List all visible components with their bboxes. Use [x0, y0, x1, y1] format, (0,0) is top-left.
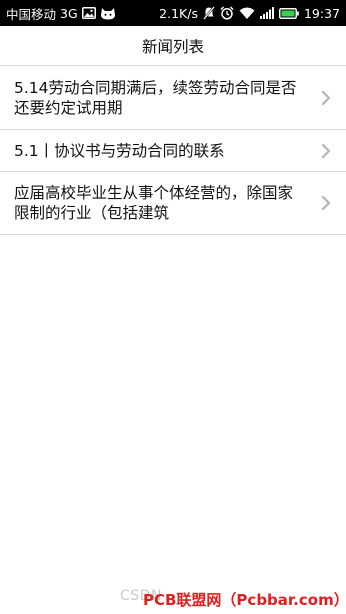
- wifi-icon: [239, 7, 255, 19]
- news-list-item[interactable]: 5.1丨协议书与劳动合同的联系: [0, 130, 346, 172]
- news-item-title: 5.1丨协议书与劳动合同的联系: [14, 141, 225, 160]
- status-bar-left: 中国移动 3G: [6, 4, 116, 23]
- image-icon: [81, 7, 96, 19]
- network-type: 3G: [60, 5, 78, 21]
- net-speed: 2.1K/s: [159, 5, 198, 21]
- clock-time: 19:37: [303, 5, 340, 21]
- status-bar: 中国移动 3G 2.1K/s 19:37: [0, 0, 346, 26]
- chevron-right-icon: [321, 195, 331, 211]
- status-bar-right: 2.1K/s 19:37: [159, 6, 340, 21]
- watermark-pcb: PCB联盟网（Pcbbar.com）: [143, 591, 346, 609]
- carrier-label: 中国移动: [6, 6, 57, 22]
- watermark: CSDN PCB联盟网（Pcbbar.com）: [120, 584, 346, 614]
- page-title-bar: 新闻列表: [0, 26, 346, 66]
- signal-icon: [259, 7, 274, 19]
- mute-icon: [203, 6, 215, 20]
- chevron-right-icon: [321, 143, 331, 158]
- news-item-title: 应届高校毕业生从事个体经营的，除国家限制的行业（包括建筑: [14, 184, 294, 222]
- chevron-right-icon: [321, 90, 331, 105]
- news-list: 5.14劳动合同期满后，续签劳动合同是否还要约定试用期 5.1丨协议书与劳动合同…: [0, 66, 346, 235]
- news-list-item[interactable]: 5.14劳动合同期满后，续签劳动合同是否还要约定试用期: [0, 66, 346, 130]
- news-list-item[interactable]: 应届高校毕业生从事个体经营的，除国家限制的行业（包括建筑: [0, 172, 346, 235]
- page-title: 新闻列表: [141, 37, 204, 56]
- alarm-icon: [220, 6, 234, 20]
- battery-icon: [278, 7, 299, 19]
- news-item-title: 5.14劳动合同期满后，续签劳动合同是否还要约定试用期: [14, 78, 297, 117]
- cat-icon: [100, 7, 116, 20]
- app-screen: 中国移动 3G 2.1K/s 19:37 新闻列表 5.14劳动合同期满后，续签…: [0, 0, 346, 614]
